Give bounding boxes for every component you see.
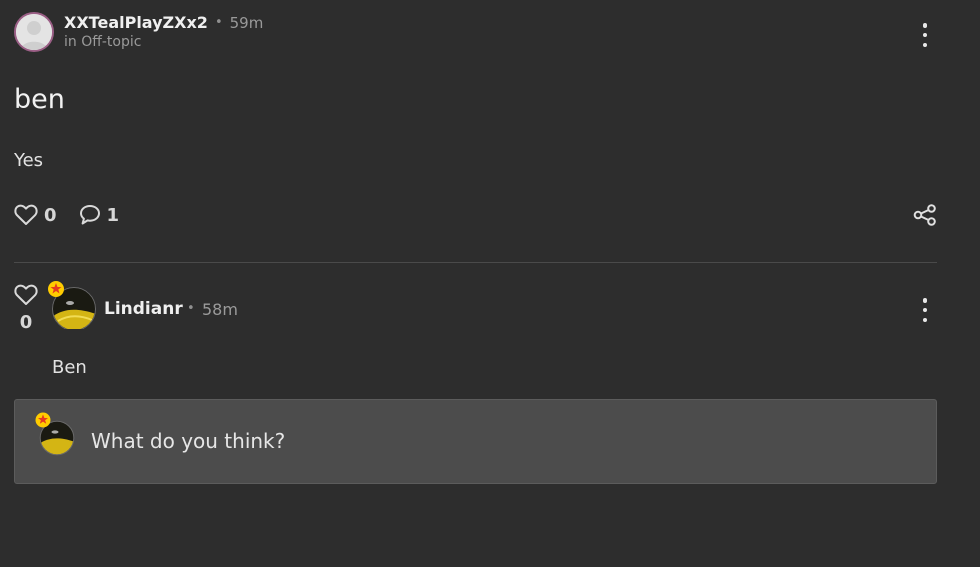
comment-count: 1 [106,204,120,226]
heart-icon [14,204,38,225]
default-user-avatar-icon [16,14,52,50]
kebab-menu-icon [922,298,928,303]
kebab-menu-icon [922,23,928,28]
current-user-avatar-image [35,412,75,456]
comment-like-button[interactable]: 0 [14,284,38,333]
reply-placeholder: What do you think? [91,429,286,453]
post-community[interactable]: in Off-topic [64,34,263,50]
reply-input[interactable]: What do you think? [14,399,937,484]
comment-menu-button[interactable] [922,298,928,322]
post-menu-button[interactable] [922,23,928,47]
star-badge-icon [35,412,51,428]
post-actions: 0 1 [14,204,141,226]
commenter-avatar[interactable] [48,281,96,331]
like-button[interactable]: 0 [14,204,57,226]
author-avatar[interactable] [14,12,54,52]
comment-bubble-icon [79,205,100,225]
current-user-avatar [35,412,75,458]
comment-author[interactable]: Lindianr [104,299,183,319]
star-badge-icon [48,281,64,297]
comment-time: 58m [202,300,238,319]
post-page: XXTealPlayZXx2 • 59m in Off-topic ben Ye… [0,0,980,567]
heart-icon [14,284,38,305]
comment-like-count: 0 [19,312,33,333]
comment-button[interactable]: 1 [79,204,120,226]
meta-separator: • [214,14,223,30]
post-body: Yes [14,150,44,171]
post-time: 59m [229,13,264,32]
divider [14,262,937,263]
post-author[interactable]: XXTealPlayZXx2 [64,13,208,32]
share-button[interactable] [913,204,937,230]
meta-separator: • [187,301,195,316]
post-title: ben [14,84,65,115]
commenter-avatar-image [48,281,96,329]
like-count: 0 [44,204,57,226]
share-icon [913,204,936,226]
post-meta: XXTealPlayZXx2 • 59m in Off-topic [64,13,264,50]
comment-text: Ben [52,357,87,378]
post-header: XXTealPlayZXx2 • 59m in Off-topic [14,12,263,52]
